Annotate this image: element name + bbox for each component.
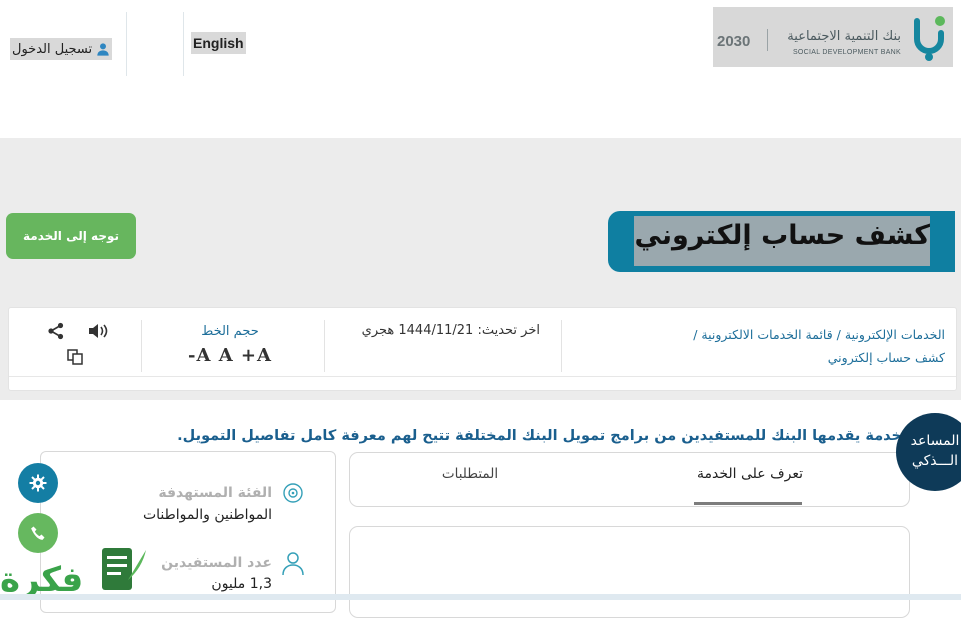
gear-icon (29, 474, 47, 492)
logo-divider (767, 29, 768, 51)
tab-about-service[interactable]: تعرف على الخدمة (660, 466, 840, 482)
page-bottom-strip (0, 594, 961, 600)
go-to-service-button[interactable]: توجه إلى الخدمة (6, 213, 136, 259)
bank-emblem-icon (914, 16, 945, 61)
breadcrumb[interactable]: الخدمات الإلكترونية / قائمة الخدمات الال… (575, 323, 945, 369)
target-group-icon (283, 483, 303, 503)
breadcrumb-current: كشف حساب إلكتروني (827, 350, 945, 365)
logo-name-ar: بنك التنمية الاجتماعية (787, 29, 901, 44)
assistant-line1: المساعد (910, 433, 960, 449)
assistant-line2: الـــذكي (911, 453, 959, 469)
user-icon (97, 43, 109, 56)
speaker-icon[interactable] (87, 322, 109, 340)
strip-divider (141, 320, 142, 372)
logo-name-en: SOCIAL DEVELOPMENT BANK (792, 49, 901, 56)
tab-content-panel (349, 526, 910, 618)
login-label: تسجيل الدخول (12, 41, 93, 57)
target-group-label: الفئة المستهدفة (158, 485, 272, 501)
active-tab-indicator (694, 502, 802, 505)
share-icon[interactable] (47, 322, 65, 340)
document-leaf-icon (102, 548, 146, 590)
vision-2030-logo: 2030 (717, 33, 751, 50)
settings-button[interactable] (18, 463, 58, 503)
target-group-value: المواطنين والمواطنات (142, 507, 272, 523)
beneficiaries-icon (282, 552, 304, 576)
page-title: كشف حساب إلكتروني (634, 220, 930, 251)
service-description: خدمة يقدمها البنك للمستفيدين من برامج تم… (177, 428, 902, 444)
bank-logo[interactable]: 2030 بنك التنمية الاجتماعية SOCIAL DEVEL… (713, 7, 953, 67)
breadcrumb-line[interactable]: الخدمات الإلكترونية / قائمة الخدمات الال… (575, 323, 945, 346)
last-update: اخر تحديث: 1444/11/21 هجري (361, 323, 540, 338)
header-divider (126, 12, 127, 76)
font-size-controls[interactable]: -A A +A (180, 345, 280, 366)
copy-icon[interactable] (66, 348, 84, 366)
strip-divider (324, 320, 325, 372)
strip-divider (561, 320, 562, 372)
strip-bottom-line (9, 376, 956, 377)
phone-icon (30, 526, 44, 540)
font-size-label: حجم الخط (201, 324, 259, 339)
language-switch-link[interactable]: English (191, 32, 246, 54)
login-button[interactable]: تسجيل الدخول (10, 38, 113, 60)
header-divider (183, 12, 184, 76)
tab-requirements[interactable]: المتطلبات (400, 466, 540, 482)
call-button[interactable] (18, 513, 58, 553)
